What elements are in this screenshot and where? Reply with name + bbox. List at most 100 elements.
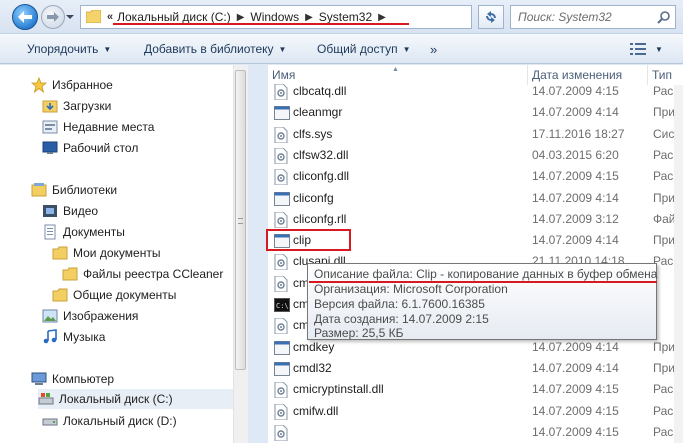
address-box[interactable]: « Локальный диск (C:) ▶ Windows ▶ System… <box>80 5 546 29</box>
nav-downloads[interactable]: Загрузки <box>42 96 111 116</box>
nav-video[interactable]: Видео <box>42 201 98 221</box>
recent-pages-dropdown-icon[interactable] <box>66 13 74 21</box>
file-type: Фай <box>653 211 676 226</box>
file-type: При <box>653 339 676 354</box>
desktop-icon <box>42 140 58 156</box>
folder-icon <box>52 245 68 261</box>
file-row[interactable]: cmifw.dll 14.07.2009 4:15 Рас <box>268 401 683 422</box>
file-name: cliconfg <box>293 190 334 205</box>
dll-icon <box>274 403 288 420</box>
folder-icon <box>52 287 68 303</box>
app-icon <box>274 361 290 377</box>
column-header-type-label: Тип <box>652 68 673 82</box>
file-row[interactable]: 14.07.2009 4:15 Рас <box>268 422 683 443</box>
nav-documents[interactable]: Документы <box>42 222 125 242</box>
file-row[interactable]: cleanmgr 14.07.2009 4:14 При <box>268 102 683 123</box>
breadcrumb-system32[interactable]: System32 <box>319 10 372 24</box>
search-input[interactable] <box>511 6 651 28</box>
scrollbar-grip-icon <box>238 218 243 224</box>
view-options-button[interactable]: ▼ <box>630 34 663 64</box>
video-library-icon <box>42 203 58 219</box>
clip-highlight-box <box>266 229 351 251</box>
back-button[interactable] <box>12 4 38 30</box>
nav-recent-places[interactable]: Недавние места <box>42 117 154 137</box>
svg-text:C:\: C:\ <box>276 302 289 310</box>
share-label: Общий доступ <box>317 42 398 56</box>
file-type: Рас <box>653 424 674 439</box>
file-row[interactable]: cmicryptinstall.dll 14.07.2009 4:15 Рас <box>268 379 683 400</box>
file-row[interactable]: cliconfg.dll 14.07.2009 4:15 Рас <box>268 166 683 187</box>
file-list-scrollbar[interactable] <box>674 85 683 443</box>
tooltip-organization: Организация: Microsoft Corporation <box>314 282 508 296</box>
nav-disk-d[interactable]: Локальный диск (D:) <box>42 411 177 431</box>
search-icon[interactable] <box>657 10 671 24</box>
breadcrumb-windows[interactable]: Windows <box>250 10 299 24</box>
breadcrumb-separator-icon[interactable]: ▶ <box>237 12 245 23</box>
file-type: При <box>653 190 676 205</box>
chevron-down-icon: ▼ <box>402 44 411 54</box>
add-to-library-menu[interactable]: Добавить в библиотеку ▼ <box>144 34 286 64</box>
organize-menu[interactable]: Упорядочить ▼ <box>27 34 111 64</box>
file-row[interactable]: cmdl32 14.07.2009 4:14 При <box>268 358 683 379</box>
file-type: Рас <box>653 84 674 98</box>
command-toolbar: Упорядочить ▼ Добавить в библиотеку ▼ Об… <box>0 34 683 64</box>
file-row[interactable]: clfs.sys 17.11.2016 18:27 Сист <box>268 124 683 145</box>
file-date: 04.03.2015 6:20 <box>532 147 619 162</box>
file-name: cmicryptinstall.dll <box>293 382 384 397</box>
file-name: cmifw.dll <box>293 403 339 418</box>
nav-disk-c[interactable]: Локальный диск (C:) <box>38 389 233 409</box>
file-type: Рас <box>653 382 674 397</box>
nav-desktop[interactable]: Рабочий стол <box>42 138 138 158</box>
app-icon <box>274 105 290 121</box>
breadcrumb-separator-icon[interactable]: ▶ <box>378 12 386 23</box>
nav-my-documents[interactable]: Мои документы <box>52 243 160 263</box>
file-row[interactable]: cliconfg 14.07.2009 4:14 При <box>268 188 683 209</box>
sort-ascending-icon: ▲ <box>392 66 399 73</box>
file-type: Рас <box>653 169 674 184</box>
sys-icon <box>274 126 288 144</box>
breadcrumb-disk-c[interactable]: Локальный диск (C:) <box>117 10 231 24</box>
dll-icon <box>274 424 288 442</box>
dll-icon <box>274 253 288 271</box>
refresh-button[interactable] <box>478 5 504 29</box>
search-box[interactable] <box>510 5 676 29</box>
file-row[interactable]: clfsw32.dll 04.03.2015 6:20 Рас <box>268 145 683 166</box>
file-date: 14.07.2009 4:15 <box>532 424 619 439</box>
more-commands-button[interactable]: » <box>430 34 437 64</box>
arrow-right-icon <box>47 12 59 22</box>
tooltip-created: Дата создания: 14.07.2009 2:15 <box>314 312 489 326</box>
images-library-icon <box>42 308 58 324</box>
tooltip-highlight-underline <box>309 281 657 283</box>
nav-favorites[interactable]: Избранное <box>31 75 113 95</box>
share-menu[interactable]: Общий доступ ▼ <box>317 34 411 64</box>
nav-public-documents-label: Общие документы <box>73 288 177 302</box>
column-header-date-label: Дата изменения <box>532 68 623 82</box>
forward-button[interactable] <box>41 5 65 29</box>
breadcrumb-separator-icon[interactable]: ▶ <box>305 12 313 23</box>
file-row[interactable]: cliconfg.rll 14.07.2009 3:12 Фай <box>268 209 683 230</box>
nav-downloads-label: Загрузки <box>63 99 112 113</box>
file-date: 14.07.2009 4:15 <box>532 169 619 184</box>
nav-libraries[interactable]: Библиотеки <box>31 180 117 200</box>
dll-icon <box>274 211 288 229</box>
nav-computer-label: Компьютер <box>52 372 115 386</box>
nav-music[interactable]: Музыка <box>42 327 105 347</box>
breadcrumb-overflow[interactable]: « <box>107 11 113 23</box>
nav-libraries-label: Библиотеки <box>52 183 118 197</box>
file-date: 14.07.2009 4:15 <box>532 403 619 418</box>
refresh-icon <box>486 11 496 23</box>
nav-images[interactable]: Изображения <box>42 306 138 326</box>
file-date: 14.07.2009 3:12 <box>532 211 619 226</box>
file-date: 14.07.2009 4:14 <box>532 105 619 120</box>
pane-splitter[interactable] <box>248 65 268 443</box>
star-icon <box>31 77 47 93</box>
nav-computer[interactable]: Компьютер <box>31 369 114 389</box>
nav-ccleaner-registry[interactable]: Файлы реестра CCleaner <box>62 264 223 284</box>
tooltip-size: Размер: 25,5 КБ <box>314 326 404 340</box>
dll-icon <box>274 168 288 186</box>
nav-video-label: Видео <box>63 204 99 218</box>
file-name: cliconfg.dll <box>293 169 350 184</box>
nav-public-documents[interactable]: Общие документы <box>52 285 176 305</box>
file-row[interactable]: clbcatq.dll 14.07.2009 4:15 Рас <box>268 81 683 102</box>
app-icon <box>274 191 290 207</box>
